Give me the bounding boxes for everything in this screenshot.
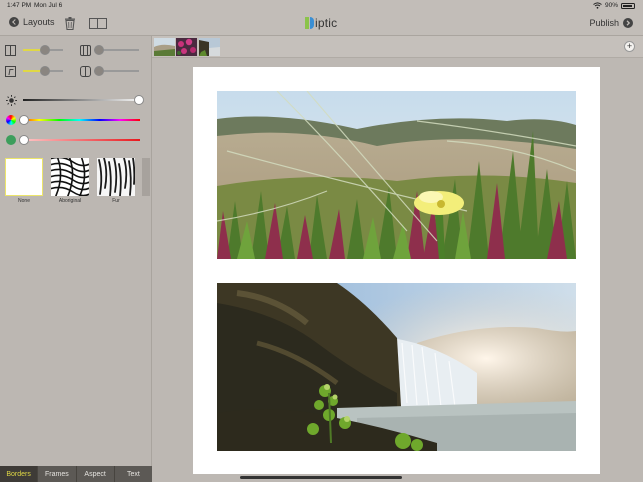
corner-radius-icon [5,66,16,77]
tab-aspect[interactable]: Aspect [77,466,115,482]
outer-border-icon [80,45,91,56]
tab-text[interactable]: Text [115,466,152,482]
saturation-icon [6,135,16,145]
inner-radius-icon [80,66,91,77]
bottom-tab-bar: Borders Frames Aspect Text [0,466,152,482]
trash-icon[interactable] [64,17,76,30]
texture-fur[interactable]: Fur [97,158,135,204]
texture-scrollbar[interactable] [142,158,150,196]
wifi-icon [593,2,602,9]
texture-none[interactable]: None [5,158,43,204]
status-date: Mon Jul 6 [34,2,63,9]
top-toolbar: Layouts iptic Publish [0,12,643,36]
publish-arrow-icon [623,18,633,28]
hue-wheel-icon [6,115,16,125]
diptic-logo-icon [305,17,314,29]
waterfall-photo-image [217,283,576,451]
borders-panel: None Aboriginal Fur [0,36,152,466]
brightness-sun-icon [6,95,17,106]
publish-button[interactable]: Publish [589,18,633,28]
publish-label: Publish [589,18,619,28]
photo-thumbnail-flowers[interactable] [176,38,197,56]
status-time: 1:47 PM [7,2,32,9]
tab-borders[interactable]: Borders [0,466,39,482]
aboriginal-pattern-thumb [51,158,89,196]
border-width-slider[interactable] [23,44,63,56]
layouts-back-button[interactable]: Layouts [9,17,55,27]
home-indicator [240,476,402,479]
add-photo-button[interactable]: + [624,41,635,52]
status-bar: 1:47 PM Mon Jul 6 90% [0,0,643,12]
photo-thumbnail-waterfall[interactable] [199,38,220,56]
app-logo: iptic [305,16,337,30]
corner-radius-slider[interactable] [23,65,63,77]
photo-thumbnail-dunes[interactable] [154,38,175,56]
battery-icon [621,2,635,9]
flower-photo-image [217,91,576,259]
inner-radius-slider[interactable] [94,65,139,77]
collage-photo-waterfall[interactable] [217,283,576,451]
texture-label: None [18,198,30,204]
texture-none-thumb [5,158,43,196]
texture-label: Fur [112,198,120,204]
battery-percent: 90% [604,2,618,9]
layouts-label: Layouts [23,17,55,27]
battery-fill [623,4,632,7]
collage-page [193,67,600,474]
back-arrow-icon [9,17,19,27]
texture-list: None Aboriginal Fur [5,158,135,204]
brightness-slider[interactable] [23,94,144,106]
collage-canvas [152,58,643,482]
status-right: 90% [593,2,635,9]
texture-aboriginal[interactable]: Aboriginal [51,158,89,204]
hue-slider[interactable] [19,114,140,126]
collage-photo-flower[interactable] [217,91,576,259]
saturation-slider[interactable] [19,134,140,146]
app-name: iptic [315,16,338,30]
texture-label: Aboriginal [58,198,82,204]
photo-thumbnail-strip: + [152,36,643,58]
border-width-icon [5,45,16,56]
layout-toggle-icon[interactable] [89,18,107,29]
fur-pattern-thumb [97,158,135,196]
tab-frames[interactable]: Frames [38,466,77,482]
outer-border-slider[interactable] [94,44,139,56]
